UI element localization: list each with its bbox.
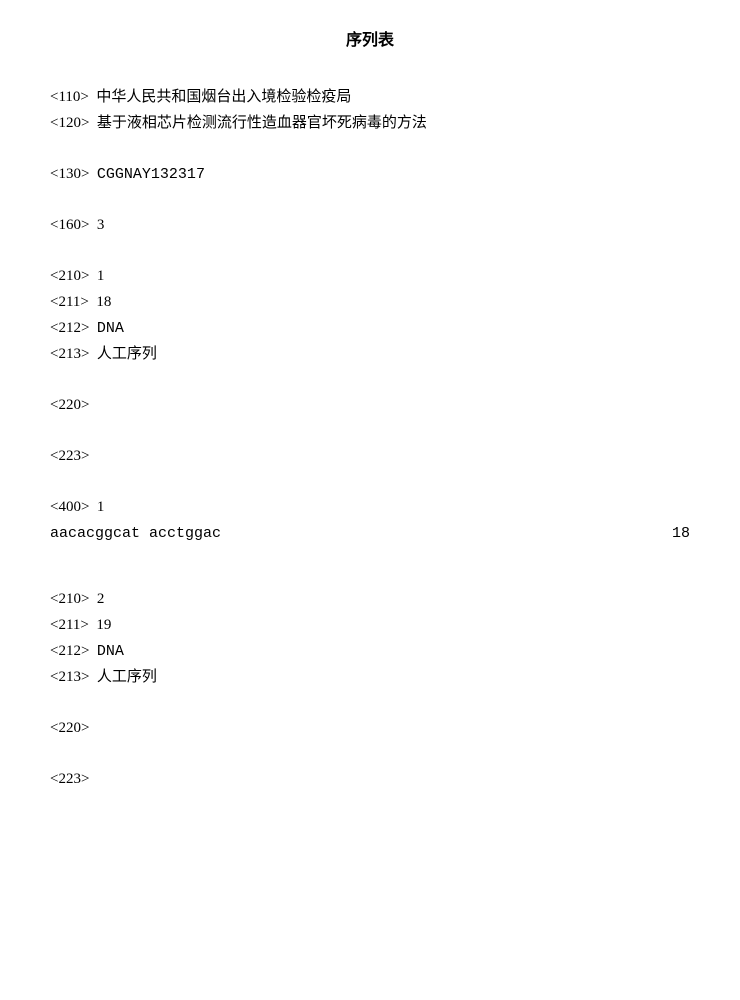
val-211: 19 [96,617,111,633]
seq1-entry-400: <400> 1 [50,497,690,518]
seq2-entry-210: <210> 2 [50,589,690,610]
tag-400: <400> [50,499,89,515]
seq1-sequence-line: aacacggcat acctggac 18 [50,523,690,544]
tag-220: <220> [50,397,89,413]
entry-120: <120> 基于液相芯片检测流行性造血器官坏死病毒的方法 [50,113,690,134]
seq2-entry-212: <212> DNA [50,641,690,662]
tag-213: <213> [50,669,89,685]
tag-211: <211> [50,294,89,310]
seq1-entry-212: <212> DNA [50,318,690,339]
val-212: DNA [97,320,124,337]
tag-130: <130> [50,166,89,182]
seq1-entry-223: <223> [50,446,690,467]
tag-213: <213> [50,346,89,362]
tag-223: <223> [50,771,89,787]
tag-223: <223> [50,448,89,464]
seq2-entry-211: <211> 19 [50,615,690,636]
tag-220: <220> [50,720,89,736]
tag-210: <210> [50,591,89,607]
val-110: 中华人民共和国烟台出入境检验检疫局 [96,89,351,105]
val-212: DNA [97,643,124,660]
val-120: 基于液相芯片检测流行性造血器官坏死病毒的方法 [97,115,427,131]
seq1-entry-220: <220> [50,395,690,416]
val-160: 3 [97,217,105,233]
val-210: 1 [97,268,105,284]
tag-212: <212> [50,320,89,336]
seq1-length: 18 [672,523,690,544]
entry-130: <130> CGGNAY132317 [50,164,690,185]
val-213: 人工序列 [97,669,157,685]
val-400: 1 [97,499,105,515]
val-130: CGGNAY132317 [97,166,205,183]
seq1-entry-210: <210> 1 [50,266,690,287]
tag-160: <160> [50,217,89,233]
val-210: 2 [97,591,105,607]
tag-212: <212> [50,643,89,659]
seq1-entry-213: <213> 人工序列 [50,344,690,365]
seq2-entry-213: <213> 人工序列 [50,667,690,688]
seq1-entry-211: <211> 18 [50,292,690,313]
tag-110: <110> [50,89,89,105]
seq2-entry-220: <220> [50,718,690,739]
val-211: 18 [96,294,111,310]
entry-160: <160> 3 [50,215,690,236]
tag-211: <211> [50,617,89,633]
seq1-sequence: aacacggcat acctggac [50,523,221,544]
page-title: 序列表 [50,30,690,52]
val-213: 人工序列 [97,346,157,362]
entry-110: <110> 中华人民共和国烟台出入境检验检疫局 [50,87,690,108]
seq2-entry-223: <223> [50,769,690,790]
tag-210: <210> [50,268,89,284]
tag-120: <120> [50,115,89,131]
